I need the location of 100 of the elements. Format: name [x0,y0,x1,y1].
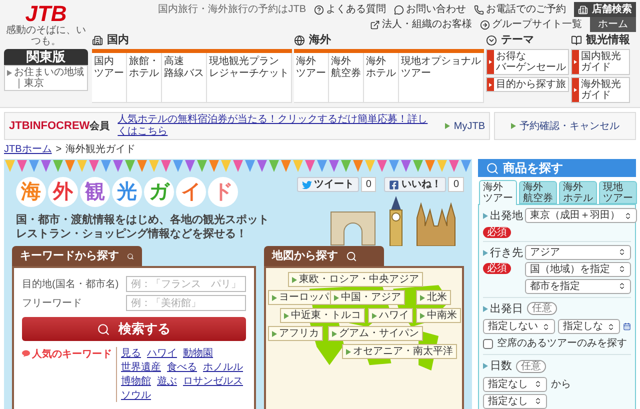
arrow-out-icon [370,20,380,30]
home-button[interactable]: ホーム [590,17,636,32]
triangle-icon [272,330,277,336]
triangle-icon [292,276,297,282]
like-button[interactable]: いいね！ [384,177,446,192]
tweet-button[interactable]: ツイート [296,177,359,192]
keyword-link[interactable]: 見る [121,347,141,360]
promo-link[interactable]: 人気ホテルの無料宿泊券が当たる！クリックするだけ簡単応募！詳しくはこちら [118,114,437,138]
region-link[interactable]: 北米 [416,290,451,305]
region-link[interactable]: 中国・アジア [330,290,405,305]
select-dropdown[interactable]: 国（地域）を指定 [525,262,631,276]
select-dropdown[interactable]: 東京（成田＋羽田） [525,208,637,223]
keyword-link[interactable]: 遊ぶ [157,375,177,388]
select-dropdown[interactable]: 指定なし [483,394,547,408]
keyword-link[interactable]: 食べる [167,361,197,374]
nav-group-label: 観光情報 [586,32,630,48]
region-link[interactable]: アフリカ [268,326,323,341]
title-character: ガ [144,177,174,207]
updown-icon [607,322,615,330]
updown-icon [542,322,550,330]
region-link[interactable]: ヨーロッパ [268,290,333,305]
keyword-link[interactable]: ロサンゼルス [183,375,243,388]
nav-button[interactable]: 海外観光 ガイド [571,77,630,103]
section-title: キーワードから探す [20,248,119,264]
tagline: 感動のそばに、いつも。 [5,25,87,47]
nav-group-label: 国内 [107,32,129,48]
select-dropdown[interactable]: アジア [525,244,631,260]
section-title: 地図から探す [272,248,338,264]
nav-link[interactable]: 海外 ツアー [294,53,329,103]
header-link[interactable]: よくある質問 [314,2,386,17]
breadcrumb-link[interactable]: JTBホーム [4,142,52,157]
keyword-link[interactable]: 世界遺産 [121,361,161,374]
arrow-marker-icon [487,50,494,74]
nav-link[interactable]: 海外 航空券 [329,53,364,103]
nav-link[interactable]: 海外 ホテル [364,53,399,103]
select-dropdown[interactable]: 指定しな [558,319,620,334]
phone-icon [474,4,484,14]
sidebar-tab[interactable]: 海外 航空券 [519,181,557,204]
triangle-icon [510,123,516,129]
field-badge: 任意 [516,360,546,373]
select-dropdown[interactable]: 指定しない [483,319,555,334]
nav-link[interactable]: 現地オプショナル ツアー [399,53,484,103]
updown-icon [534,380,542,388]
text-input[interactable]: 例：「フランス パリ」 [126,276,246,292]
keyword-link[interactable]: ホノルル [203,361,243,374]
field-label: 出発地 [483,208,523,224]
checkbox[interactable] [483,338,493,348]
region-link[interactable]: ハワイ [368,308,413,323]
breadcrumb-current: 海外観光ガイド [66,142,136,157]
region-link[interactable]: 中南米 [416,308,461,323]
sidebar-tab[interactable]: 現地 ツアー [599,181,637,204]
triangle-icon [332,330,337,336]
triangle-icon [483,213,488,220]
header-link[interactable]: お電話でのご予約 [474,2,566,17]
triangle-icon [483,306,488,312]
region-selector[interactable]: お住まいの地域｜東京 [4,65,88,91]
logo[interactable]: JTB [4,2,88,25]
book-icon [571,34,582,46]
updown-icon [534,397,542,405]
header-link[interactable]: グループサイト一覧 [480,17,582,32]
triangle-icon [346,348,351,354]
nav-link[interactable]: 現地観光プラン レジャーチケット [207,53,292,103]
nav-link[interactable]: 旅館・ ホテル [127,53,162,103]
sidebar-tab[interactable]: 海外 ホテル [559,181,597,204]
search-icon [486,162,499,174]
field-label: 行き先 [483,244,523,261]
nav-button[interactable]: 目的から探す旅 [486,77,569,92]
sidebar-tab[interactable]: 海外 ツアー [479,180,517,205]
myjtb-link[interactable]: MyJTB [444,118,485,134]
region-link[interactable]: 東欧・ロシア・中央アジア [288,272,423,287]
select-dropdown[interactable]: 指定なし [483,376,547,392]
search-icon [346,250,357,262]
updown-icon [618,282,626,290]
region-link[interactable]: グアム・サイパン [328,326,423,341]
field-badge: 任意 [527,302,557,316]
member-logo: JTBINFOCREW [9,118,90,134]
nav-button[interactable]: 国内観光 ガイド [571,49,630,75]
store-search-button[interactable]: 店舗検索 [574,2,636,17]
nav-link[interactable]: 国内 ツアー [92,53,127,103]
keyword-link[interactable]: ソウル [121,389,151,402]
title-character: イ [176,177,206,207]
keyword-link[interactable]: ハワイ [147,347,177,360]
header-link[interactable]: お問い合わせ [394,2,466,17]
globe-icon [294,34,305,46]
nav-button[interactable]: お得な バーゲンセール [486,49,569,75]
region-link[interactable]: 中近東・トルコ [280,308,365,323]
header-link[interactable]: 法人・組織のお客様 [370,17,472,32]
nav-link[interactable]: 高速 路線バス [162,53,207,103]
select-dropdown[interactable]: 都市を指定 [525,278,631,294]
field-label: 日数 [483,358,512,374]
triangle-icon [372,312,377,318]
search-button[interactable]: 検索する [22,317,246,341]
keyword-link[interactable]: 動物園 [183,347,213,360]
region-link[interactable]: オセアニア・南太平洋 [342,344,457,359]
nav-group-label: 海外 [309,32,331,48]
text-input[interactable]: 例：「美術館」 [126,295,246,311]
reservation-button[interactable]: 予約確認・キャンセル [494,112,636,140]
keyword-link[interactable]: 博物館 [121,375,151,388]
triangle-icon [334,294,339,300]
arrow-marker-icon [572,78,579,102]
